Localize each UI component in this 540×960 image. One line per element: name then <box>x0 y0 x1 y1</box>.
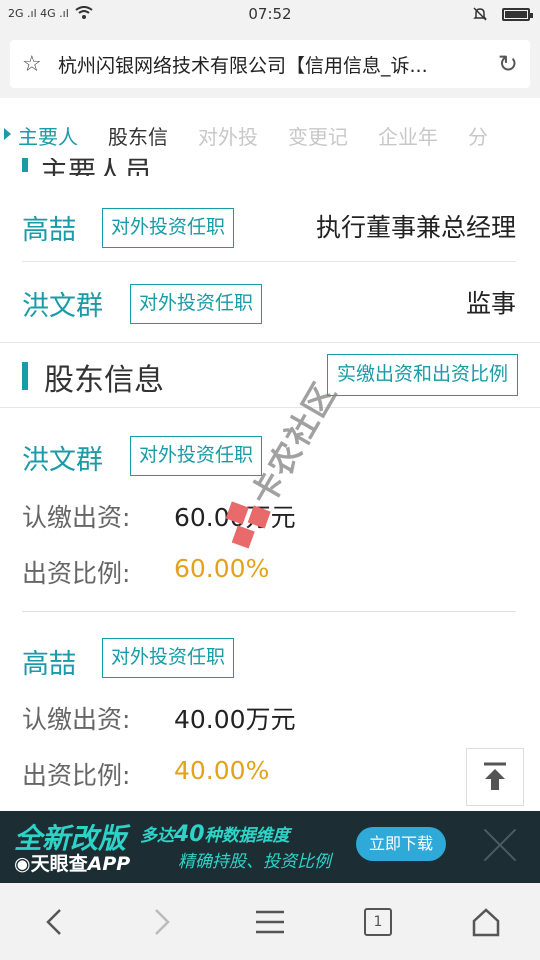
clock: 07:52 <box>248 5 292 23</box>
personnel-row: 高喆 对外投资任职 执行董事兼总经理 <box>22 186 516 262</box>
subscribed-value: 60.00万元 <box>174 503 296 532</box>
star-icon[interactable]: ☆ <box>22 52 58 77</box>
tab-branches[interactable]: 分 <box>453 121 503 150</box>
person-role: 执行董事兼总经理 <box>315 213 516 242</box>
tab-annual-reports[interactable]: 企业年 <box>363 121 453 150</box>
investment-button[interactable]: 对外投资任职 <box>102 638 235 678</box>
close-icon[interactable] <box>480 825 520 865</box>
section-tabs: 主要人 股东信 对外投 变更记 企业年 分 <box>0 112 540 158</box>
home-button[interactable] <box>456 892 516 952</box>
address-bar[interactable]: ☆ 杭州闪银网络技术有限公司【信用信息_诉... ↻ <box>10 40 530 88</box>
download-button[interactable]: 立即下载 <box>356 827 446 861</box>
divider <box>22 611 516 612</box>
person-name[interactable]: 洪文群 <box>22 284 103 323</box>
person-role: 监事 <box>465 289 516 318</box>
subscribed-label: 认缴出资: <box>22 705 131 734</box>
ad-line2: 精确持股、投资比例 <box>178 852 331 872</box>
forward-button[interactable] <box>132 892 192 952</box>
investment-button[interactable]: 对外投资任职 <box>102 208 235 248</box>
paid-capital-button[interactable]: 实缴出资和出资比例 <box>326 354 518 396</box>
arrow-up-icon <box>484 762 506 790</box>
subscribed-value: 40.00万元 <box>174 705 296 734</box>
status-right <box>472 6 533 22</box>
app-ad-banner[interactable]: 全新改版 ◉天眼查APP 多达40种数据维度 精确持股、投资比例 立即下载 <box>0 811 540 883</box>
person-name[interactable]: 高喆 <box>22 208 76 247</box>
ad-brand: ◉天眼查APP <box>14 853 131 875</box>
tab-changes[interactable]: 变更记 <box>273 121 363 150</box>
chevron-right-icon <box>155 908 170 935</box>
page-title[interactable]: 杭州闪银网络技术有限公司【信用信息_诉... <box>58 51 488 78</box>
mute-bell-icon <box>473 7 487 21</box>
ratio-label: 出资比例: <box>22 761 131 790</box>
investment-button[interactable]: 对外投资任职 <box>130 284 263 324</box>
investment-button[interactable]: 对外投资任职 <box>130 436 263 476</box>
subscribed-label: 认缴出资: <box>22 503 131 532</box>
section-bar <box>22 362 28 390</box>
tab-main-personnel[interactable]: 主要人 <box>0 121 93 150</box>
tabs-button[interactable]: 1 <box>348 892 408 952</box>
back-button[interactable] <box>24 892 84 952</box>
tab-count: 1 <box>364 907 392 936</box>
shareholder-name[interactable]: 洪文群 <box>22 438 103 477</box>
ratio-label: 出资比例: <box>22 559 131 588</box>
status-bar: 2G .ıl 4G .ıl 07:52 <box>0 0 540 30</box>
ratio-value: 40.00% <box>174 756 270 785</box>
ratio-value: 60.00% <box>174 554 270 583</box>
shareholders-header: 股东信息 实缴出资和出资比例 <box>0 342 540 408</box>
personnel-row: 洪文群 对外投资任职 监事 <box>22 264 516 340</box>
back-to-top-button[interactable] <box>466 748 524 806</box>
menu-icon <box>256 910 284 933</box>
shareholders-title: 股东信息 <box>44 363 164 398</box>
tab-investments[interactable]: 对外投 <box>183 121 273 150</box>
ad-line1: 多达40种数据维度 <box>140 822 290 847</box>
refresh-icon[interactable]: ↻ <box>488 50 518 78</box>
eye-icon: ◉ <box>14 853 31 875</box>
shareholder-name[interactable]: 高喆 <box>22 642 76 681</box>
tab-shareholders[interactable]: 股东信 <box>93 121 183 150</box>
browser-toolbar: ☆ 杭州闪银网络技术有限公司【信用信息_诉... ↻ <box>0 30 540 98</box>
home-icon <box>472 907 500 936</box>
menu-button[interactable] <box>240 892 300 952</box>
chevron-left-icon <box>46 908 61 935</box>
battery-icon <box>502 7 533 21</box>
browser-bottom-nav: 1 <box>0 883 540 960</box>
